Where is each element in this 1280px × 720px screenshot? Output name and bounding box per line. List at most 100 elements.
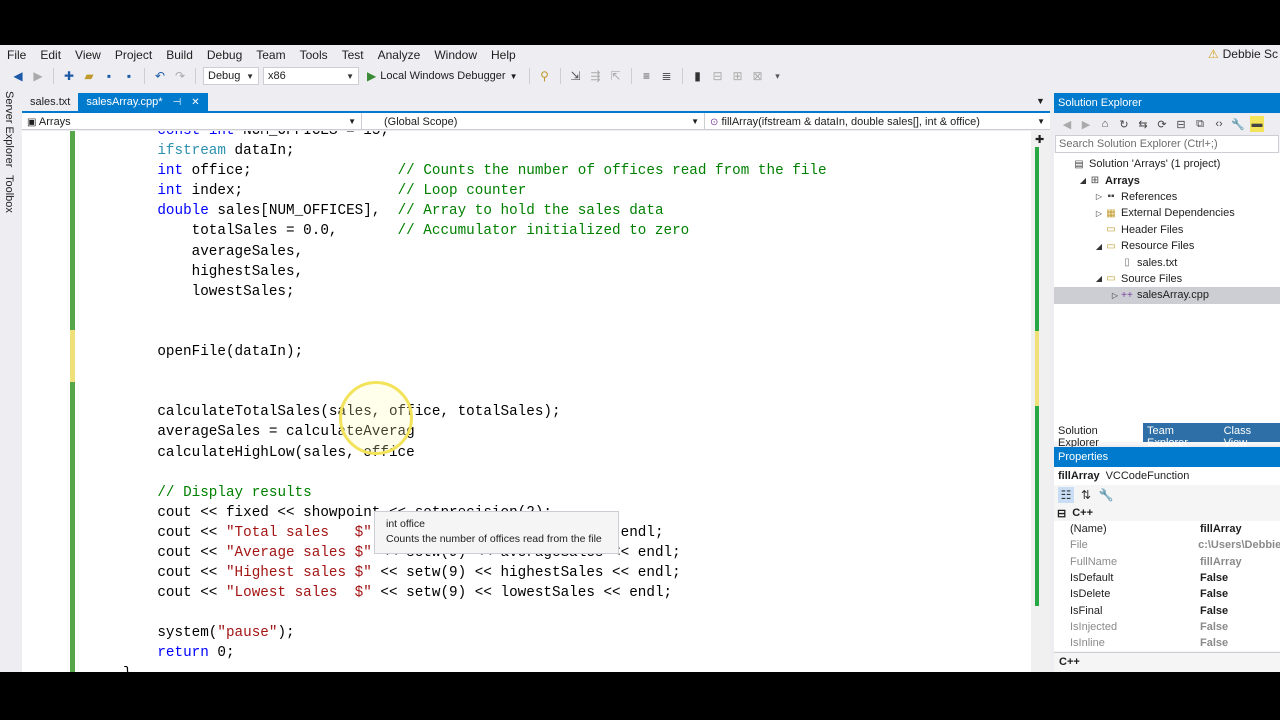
code-line[interactable]: totalSales = 0.0, // Accumulator initial… xyxy=(123,221,827,241)
properties-icon[interactable]: 🔧 xyxy=(1231,116,1245,132)
redo-icon[interactable]: ↷ xyxy=(172,68,188,84)
back-icon[interactable]: ◀ xyxy=(1060,116,1074,132)
function-dropdown[interactable]: ⊙ fillArray(ifstream & dataIn, double sa… xyxy=(705,113,1050,130)
toolbox-tab[interactable]: Toolbox xyxy=(3,175,15,213)
code-line[interactable]: calculateTotalSales(sales, office, total… xyxy=(123,402,827,422)
code-line[interactable]: system("pause"); xyxy=(123,623,827,643)
tree-item[interactable]: ▷ ▦ External Dependencies xyxy=(1054,205,1280,221)
property-row[interactable]: (Name) fillArray xyxy=(1054,521,1280,538)
tree-item[interactable]: ▭ Header Files xyxy=(1054,222,1280,238)
sync-icon[interactable]: ↻ xyxy=(1117,116,1131,132)
toolbar-options-icon[interactable]: ▾ xyxy=(770,68,786,84)
property-value[interactable]: fillArray xyxy=(1200,556,1242,568)
tab-salesarray-cpp[interactable]: salesArray.cpp* ⊣ ✕ xyxy=(78,93,208,111)
menu-debug[interactable]: Debug xyxy=(200,48,249,62)
tree-item[interactable]: ▯ sales.txt xyxy=(1054,254,1280,270)
tree-item[interactable]: ▷ ▪▪ References xyxy=(1054,189,1280,205)
expanded-arrow-icon[interactable]: ◢ xyxy=(1078,176,1088,185)
comment-icon[interactable]: ≡ xyxy=(639,68,655,84)
pending-changes-icon[interactable]: ⇆ xyxy=(1136,116,1150,132)
menu-team[interactable]: Team xyxy=(249,48,292,62)
clear-bookmarks-icon[interactable]: ⊠ xyxy=(750,68,766,84)
menu-window[interactable]: Window xyxy=(427,48,484,62)
code-line[interactable]: ifstream dataIn; xyxy=(123,141,827,161)
save-icon[interactable]: ▪ xyxy=(101,68,117,84)
tree-item[interactable]: ▷ ++ salesArray.cpp xyxy=(1054,287,1280,304)
code-line[interactable]: } xyxy=(123,664,827,672)
code-line[interactable] xyxy=(123,382,827,402)
expanded-arrow-icon[interactable]: ◢ xyxy=(1094,274,1104,283)
scroll-map-thumb-lower[interactable] xyxy=(1035,406,1039,606)
alphabetical-icon[interactable]: ⇅ xyxy=(1078,487,1094,503)
tab-sales-txt[interactable]: sales.txt xyxy=(22,93,78,111)
close-icon[interactable]: ✕ xyxy=(191,97,199,108)
menu-project[interactable]: Project xyxy=(108,48,159,62)
undo-icon[interactable]: ↶ xyxy=(152,68,168,84)
menu-build[interactable]: Build xyxy=(159,48,200,62)
tab-list-dropdown-icon[interactable]: ▼ xyxy=(1036,96,1045,106)
code-line[interactable]: int office; // Counts the number of offi… xyxy=(123,161,826,181)
forward-icon[interactable]: ▶ xyxy=(30,68,46,84)
code-line[interactable]: cout << "Highest sales $" << setw(9) << … xyxy=(123,563,827,583)
editor-scrollbar[interactable] xyxy=(1031,131,1050,672)
property-value[interactable]: fillArray xyxy=(1200,523,1242,535)
start-debugger-button[interactable]: ▶ Local Windows Debugger ▼ xyxy=(363,69,522,83)
menu-help[interactable]: Help xyxy=(484,48,523,62)
refresh-icon[interactable]: ⟳ xyxy=(1155,116,1169,132)
collapsed-arrow-icon[interactable]: ▷ xyxy=(1110,291,1120,300)
code-line[interactable]: // Display results xyxy=(123,483,827,503)
tree-item[interactable]: ▤ Solution 'Arrays' (1 project) xyxy=(1054,156,1280,172)
bookmark-icon[interactable]: ▮ xyxy=(690,68,706,84)
property-pages-icon[interactable]: 🔧 xyxy=(1098,487,1114,503)
menu-analyze[interactable]: Analyze xyxy=(371,48,428,62)
code-line[interactable] xyxy=(123,603,827,623)
collapsed-arrow-icon[interactable]: ▷ xyxy=(1094,192,1104,201)
code-line[interactable]: const int NUM_OFFICES = 15; xyxy=(123,131,827,141)
code-line[interactable]: highestSales, xyxy=(123,262,827,282)
pin-icon[interactable]: ⊣ xyxy=(173,97,182,108)
view-code-icon[interactable]: ‹› xyxy=(1212,116,1226,132)
platform-select[interactable]: x86 ▼ xyxy=(263,67,359,85)
code-line[interactable] xyxy=(123,463,827,483)
forward-icon[interactable]: ▶ xyxy=(1079,116,1093,132)
property-row[interactable]: IsDelete False xyxy=(1054,586,1280,603)
code-line[interactable]: openFile(dataIn); xyxy=(123,342,827,362)
step-over-icon[interactable]: ⇶ xyxy=(588,68,604,84)
menu-test[interactable]: Test xyxy=(335,48,371,62)
solution-search-input[interactable]: Search Solution Explorer (Ctrl+;) xyxy=(1055,135,1279,153)
property-row[interactable]: IsInline False xyxy=(1054,635,1280,652)
next-bookmark-icon[interactable]: ⊞ xyxy=(730,68,746,84)
property-row[interactable]: IsDefault False xyxy=(1054,569,1280,587)
back-icon[interactable]: ◀ xyxy=(10,68,26,84)
code-text[interactable]: const int NUM_OFFICES = 15; ifstream dat… xyxy=(123,131,827,672)
tab-class-view[interactable]: Class View xyxy=(1219,423,1280,449)
code-line[interactable]: lowestSales; xyxy=(123,282,827,302)
configuration-select[interactable]: Debug ▼ xyxy=(203,67,259,85)
menu-file[interactable]: File xyxy=(0,48,33,62)
property-value[interactable]: False xyxy=(1200,588,1228,600)
collapsed-arrow-icon[interactable]: ▷ xyxy=(1094,209,1104,218)
tree-item[interactable]: ◢ ▭ Source Files xyxy=(1054,271,1280,287)
tree-item[interactable]: ◢ ⊞ Arrays xyxy=(1054,172,1280,188)
code-line[interactable]: return 0; xyxy=(123,643,827,663)
code-line[interactable]: double sales[NUM_OFFICES], // Array to h… xyxy=(123,201,827,221)
show-all-files-icon[interactable]: ⧉ xyxy=(1193,116,1207,132)
tab-team-explorer[interactable]: Team Explorer xyxy=(1143,423,1220,449)
code-line[interactable]: cout << "Lowest sales $" << setw(9) << l… xyxy=(123,583,827,603)
property-row[interactable]: File c:\Users\Debbie xyxy=(1054,537,1280,554)
find-icon[interactable]: ⚲ xyxy=(537,68,553,84)
property-value[interactable]: False xyxy=(1200,572,1228,584)
property-value[interactable]: False xyxy=(1200,621,1228,633)
project-dropdown[interactable]: ▣ Arrays ▼ xyxy=(22,113,362,130)
code-line[interactable] xyxy=(123,362,827,382)
new-project-icon[interactable]: ✚ xyxy=(61,68,77,84)
home-icon[interactable]: ⌂ xyxy=(1098,116,1112,132)
tree-item[interactable]: ◢ ▭ Resource Files xyxy=(1054,238,1280,254)
property-row[interactable]: FullName fillArray xyxy=(1054,553,1280,570)
split-icon[interactable]: ✚ xyxy=(1035,133,1044,146)
expanded-arrow-icon[interactable]: ◢ xyxy=(1094,242,1104,251)
property-value[interactable]: c:\Users\Debbie xyxy=(1198,539,1280,551)
code-line[interactable] xyxy=(123,322,827,342)
tab-solution-explorer[interactable]: Solution Explorer xyxy=(1054,423,1143,449)
uncomment-icon[interactable]: ≣ xyxy=(659,68,675,84)
